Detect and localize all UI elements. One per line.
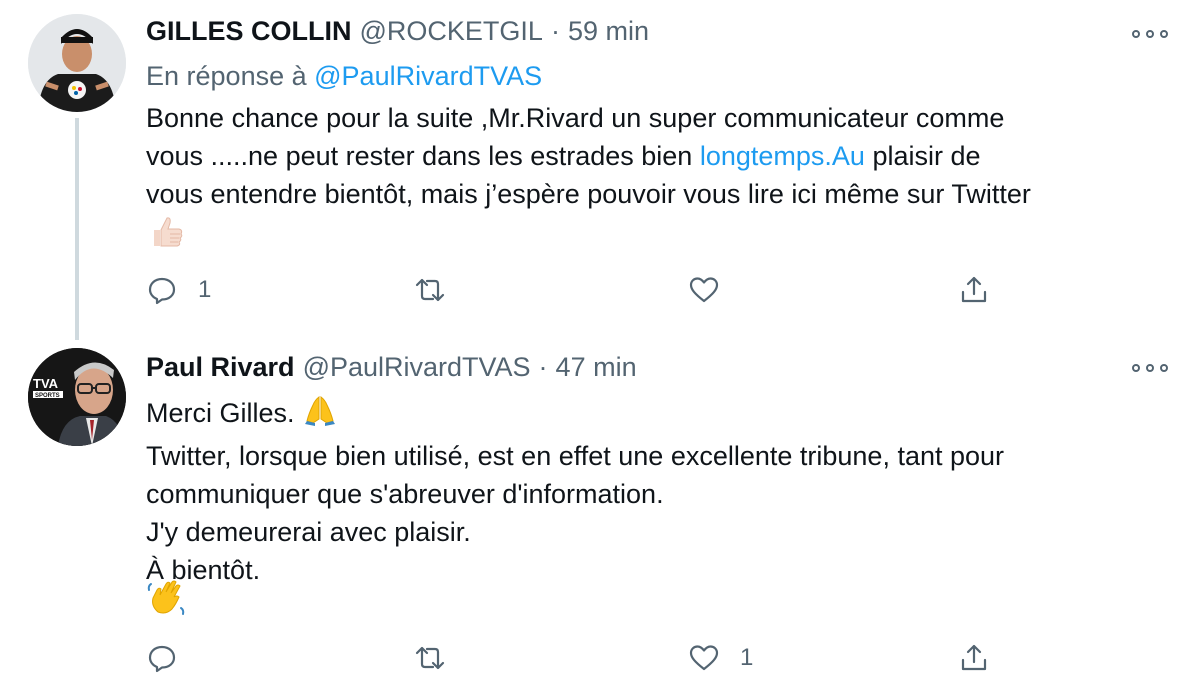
tweet-header: Paul Rivard @PaulRivardTVAS · 47 min: [146, 352, 637, 383]
tweet-actions: 1: [146, 270, 1006, 310]
separator-dot: ·: [538, 352, 548, 382]
avatar-badge-text: TVA: [33, 376, 59, 391]
reply-prefix: En réponse à: [146, 61, 307, 91]
share-button[interactable]: [958, 270, 990, 310]
more-options-icon[interactable]: [1132, 358, 1168, 378]
author-name[interactable]: Paul Rivard: [146, 352, 295, 383]
avatar[interactable]: TVA SPORTS: [28, 348, 126, 446]
author-handle[interactable]: @ROCKETGIL: [360, 16, 543, 47]
tweet-gilles-collin[interactable]: GILLES COLLIN @ROCKETGIL · 59 min En rép…: [0, 0, 1190, 340]
tweet-text-line: Merci Gilles.: [146, 393, 1156, 437]
tweet-text: Bonne chance pour la suite ,Mr.Rivard un…: [146, 99, 1156, 213]
tweet-text-line: Bonne chance pour la suite ,Mr.Rivard un…: [146, 103, 1005, 133]
tweet-text-line: vous .....ne peut rester dans les estrad…: [146, 137, 1156, 175]
like-count: 1: [740, 644, 754, 671]
avatar[interactable]: [28, 14, 126, 112]
thumbs-up-icon: [146, 212, 186, 257]
heart-icon: [689, 277, 719, 303]
tweet-text-line: communiquer que s'abreuver d'information…: [146, 479, 664, 509]
more-dot: [1132, 30, 1140, 38]
tweet-header: GILLES COLLIN @ROCKETGIL · 59 min: [146, 16, 649, 47]
retweet-button[interactable]: [414, 270, 466, 310]
waving-hand-icon: [146, 578, 186, 623]
tweet-text-segment: plaisir de: [864, 141, 981, 171]
more-dot: [1160, 30, 1168, 38]
share-icon: [961, 644, 987, 671]
more-dot: [1146, 30, 1154, 38]
author-name[interactable]: GILLES COLLIN: [146, 16, 352, 47]
more-dot: [1132, 364, 1140, 372]
avatar-gilles-image: [28, 14, 126, 112]
share-button[interactable]: [958, 638, 990, 678]
avatar-paul-image: TVA SPORTS: [28, 348, 126, 446]
heart-icon: [689, 645, 719, 671]
reply-count: 1: [198, 276, 212, 303]
tweet-link[interactable]: longtemps.Au: [700, 141, 865, 171]
tweet-text: Merci Gilles. Twitter, lorsque bien util…: [146, 393, 1156, 589]
more-dot: [1160, 364, 1168, 372]
more-dot: [1146, 364, 1154, 372]
folded-hands-icon: [303, 393, 337, 437]
thread-line: [75, 118, 79, 340]
like-button[interactable]: 1: [688, 638, 753, 678]
tweet-text-line: J'y demeurerai avec plaisir.: [146, 517, 471, 547]
retweet-icon: [415, 646, 445, 670]
avatar-badge-subtext: SPORTS: [35, 393, 60, 399]
reply-button[interactable]: 1: [146, 270, 211, 310]
tweet-actions: 1: [146, 638, 1006, 678]
reply-icon: [148, 645, 176, 673]
tweet-time[interactable]: 47 min: [556, 352, 637, 383]
more-options-icon[interactable]: [1132, 24, 1168, 44]
retweet-button[interactable]: [414, 638, 466, 678]
tweet-text-segment: Merci Gilles.: [146, 398, 295, 429]
reply-icon: [148, 277, 176, 305]
tweet-text-line: Twitter, lorsque bien utilisé, est en ef…: [146, 441, 1005, 471]
share-icon: [961, 276, 987, 303]
author-handle[interactable]: @PaulRivardTVAS: [303, 352, 531, 383]
reply-button[interactable]: [146, 638, 198, 678]
retweet-icon: [415, 278, 445, 302]
reply-context: En réponse à @PaulRivardTVAS: [146, 61, 542, 92]
separator-dot: ·: [550, 16, 560, 46]
tweet-text-segment: vous .....ne peut rester dans les estrad…: [146, 141, 700, 171]
tweet-paul-rivard[interactable]: TVA SPORTS Paul Rivard @PaulRivardTVAS ·…: [0, 338, 1190, 690]
reply-mention-link[interactable]: @PaulRivardTVAS: [314, 61, 542, 91]
tweet-text-line: vous entendre bientôt, mais j’espère pou…: [146, 179, 1031, 209]
tweet-text-line: À bientôt.: [146, 555, 261, 585]
tweet-time[interactable]: 59 min: [568, 16, 649, 47]
like-button[interactable]: [688, 270, 740, 310]
